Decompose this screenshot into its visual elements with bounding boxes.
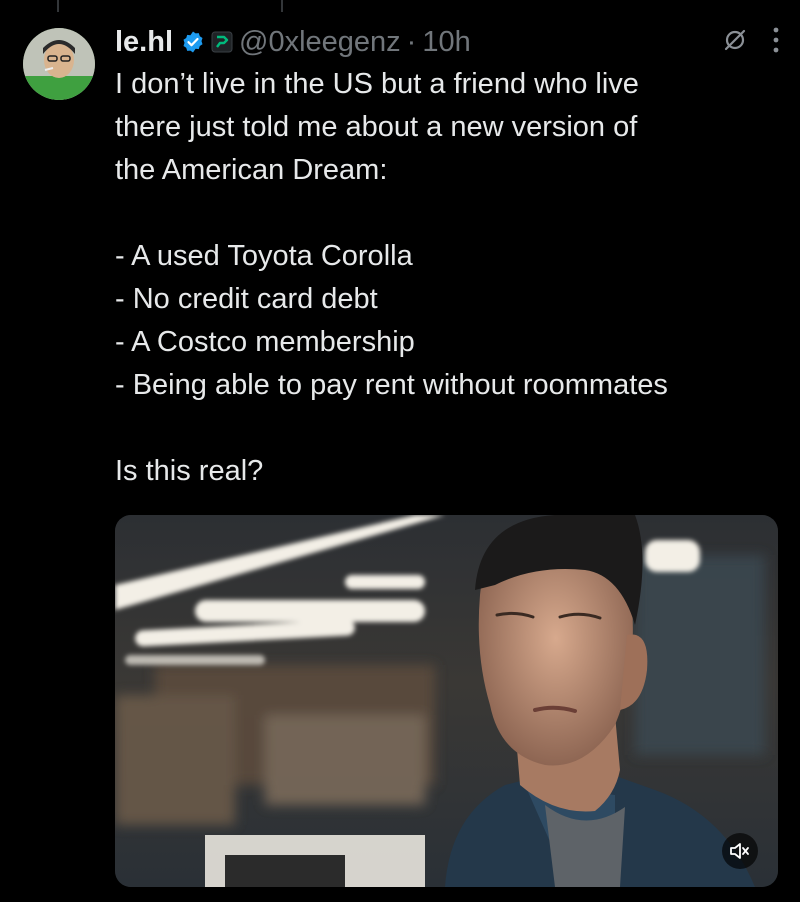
more-options-icon[interactable] xyxy=(772,26,780,59)
text-line: Is this real? xyxy=(115,455,264,487)
thread-connector xyxy=(57,0,59,12)
separator-dot: · xyxy=(406,25,417,58)
header-actions xyxy=(722,26,780,59)
thread-connector xyxy=(281,0,283,12)
list-item: - A Costco membership xyxy=(115,326,415,358)
list-item: - No credit card debt xyxy=(115,283,378,315)
video-player[interactable] xyxy=(115,515,778,887)
affiliate-badge-icon[interactable] xyxy=(211,31,233,53)
text-line: I don’t live in the US but a friend who … xyxy=(115,68,639,100)
tweet-header: le.hl @0xleegenz · 10h xyxy=(115,22,780,62)
verified-badge-icon xyxy=(181,30,205,54)
avatar[interactable] xyxy=(23,28,95,100)
tweet-text: I don’t live in the US but a friend who … xyxy=(115,63,780,493)
timestamp[interactable]: 10h xyxy=(422,26,470,59)
list-item: - A used Toyota Corolla xyxy=(115,240,413,272)
volume-muted-icon[interactable] xyxy=(722,833,758,869)
avatar-image xyxy=(23,28,95,100)
tweet-body: le.hl @0xleegenz · 10h I don’t live in t… xyxy=(115,22,780,493)
grok-icon[interactable] xyxy=(722,27,748,58)
author-handle[interactable]: @0xleegenz xyxy=(239,26,401,59)
text-line: there just told me about a new version o… xyxy=(115,111,638,143)
video-frame xyxy=(115,515,778,887)
list-item: - Being able to pay rent without roommat… xyxy=(115,369,668,401)
author-name[interactable]: le.hl xyxy=(115,26,173,59)
text-line: the American Dream: xyxy=(115,154,388,186)
